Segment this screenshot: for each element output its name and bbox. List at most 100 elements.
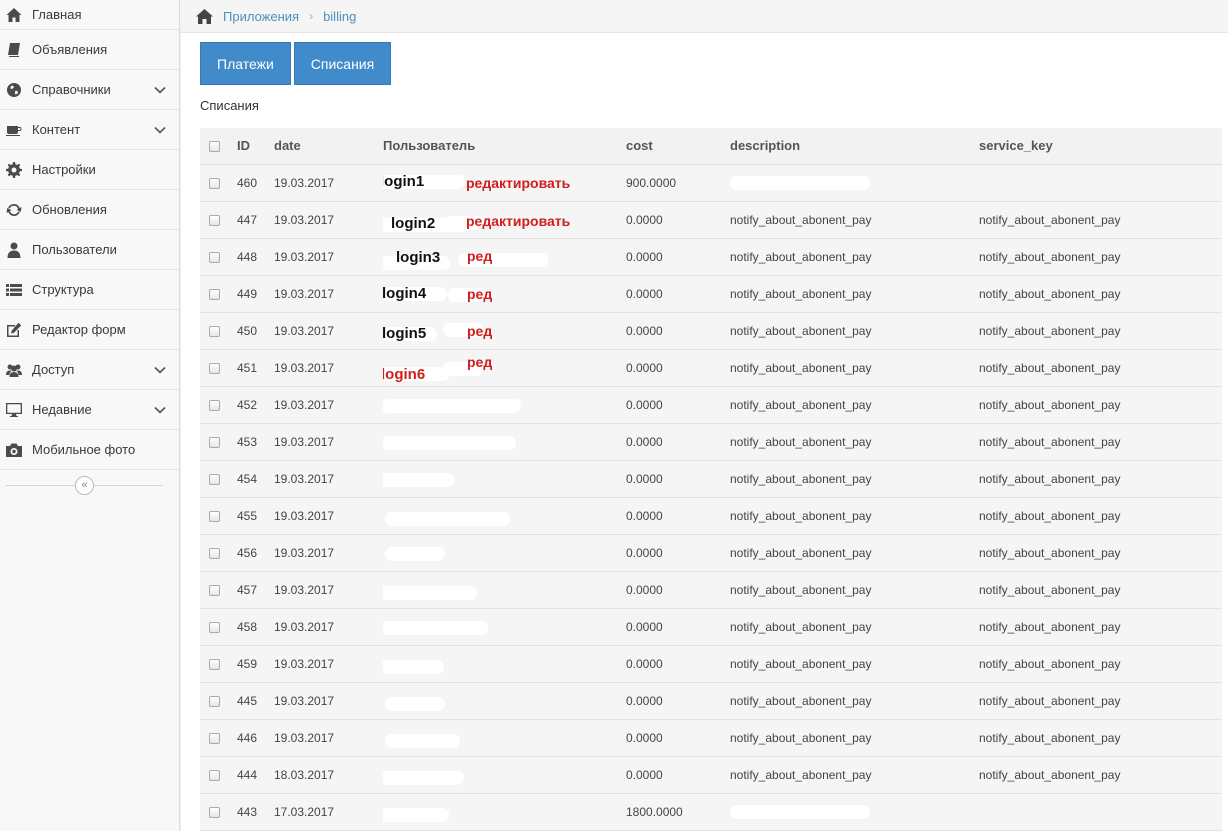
cell-user [383,571,626,608]
edit-link[interactable]: ред [467,286,492,302]
sidebar-item-desktop[interactable]: Недавние [0,390,179,430]
table-row[interactable]: 448 19.03.2017 login3 ред 0.0000 notify_about… [200,238,1222,275]
row-checkbox[interactable] [209,325,220,337]
sidebar-item-users[interactable]: Доступ [0,350,179,390]
sidebar-item-user[interactable]: Пользователи [0,230,179,270]
cell-date: 19.03.2017 [274,508,335,523]
cell-description: notify_about_abonent_pay [730,608,979,645]
sidebar-item-coffee[interactable]: Контент [0,110,179,150]
row-select-cell [200,349,237,386]
cell-id: 444 [237,767,258,782]
row-checkbox[interactable] [209,362,220,374]
cell-user: login6 ред [383,349,626,386]
table-row[interactable]: 444 18.03.2017 0.0000 notify_about_abonent_… [200,756,1222,793]
table-row[interactable]: 453 19.03.2017 0.0000 notify_about_abonent_… [200,423,1222,460]
cell-service-key: notify_about_abonent_pay [979,212,1121,227]
row-checkbox[interactable] [209,584,220,596]
column-header-user[interactable]: Пользователь [383,128,626,165]
redaction-mark [383,398,521,413]
sidebar-item-globe[interactable]: Справочники [0,70,179,110]
row-checkbox[interactable] [209,399,220,411]
table-row[interactable]: 450 19.03.2017 login5 ред 0.0000 notify_about… [200,312,1222,349]
column-header-id[interactable]: ID [237,128,274,165]
description-text: notify_about_abonent_pay [730,545,872,560]
row-checkbox[interactable] [209,621,220,633]
home-icon[interactable] [196,8,213,24]
edit-link[interactable]: редактировать [466,175,570,191]
tab-charges[interactable]: Списания [293,42,392,85]
table-row[interactable]: 449 19.03.2017 login4 ред 0.0000 notify_about… [200,275,1222,312]
edit-link[interactable]: ред [467,248,492,264]
row-checkbox[interactable] [209,695,220,707]
column-header-cost[interactable]: cost [626,128,730,165]
user-login: login2 [391,214,436,232]
tab-payments[interactable]: Платежи [200,42,291,85]
edit-link[interactable]: ред [467,354,492,370]
row-checkbox[interactable] [209,214,220,226]
table-row[interactable]: 459 19.03.2017 0.0000 notify_about_abonent_… [200,645,1222,682]
row-checkbox[interactable] [209,806,220,818]
row-select-cell [200,497,237,534]
column-header-date[interactable]: date [274,128,383,165]
cell-service-key: notify_about_abonent_pay [979,619,1121,634]
table-row[interactable]: 456 19.03.2017 0.0000 notify_about_abonent_… [200,534,1222,571]
table-row[interactable]: 451 19.03.2017 login6 ред 0.0000 notify_about… [200,349,1222,386]
sidebar-item-book[interactable]: Объявления [0,30,179,70]
row-checkbox[interactable] [209,473,220,485]
breadcrumb-item-apps[interactable]: Приложения [223,9,299,24]
row-checkbox[interactable] [209,177,220,189]
sidebar-item-home[interactable]: Главная [0,0,179,30]
table-row[interactable]: 457 19.03.2017 0.0000 notify_about_abonent_… [200,571,1222,608]
table-row[interactable]: 458 19.03.2017 0.0000 notify_about_abonent_… [200,608,1222,645]
row-checkbox[interactable] [209,510,220,522]
table-row[interactable]: 443 17.03.2017 1800.0000 [200,793,1222,830]
cell-description: notify_about_abonent_pay [730,645,979,682]
redaction-mark [385,511,510,526]
redaction-mark [383,659,444,674]
description-text: notify_about_abonent_pay [730,397,872,412]
table-row[interactable]: 446 19.03.2017 0.0000 notify_about_abonent_… [200,719,1222,756]
sidebar-item-gear[interactable]: Настройки [0,150,179,190]
table-row[interactable]: 455 19.03.2017 0.0000 notify_about_abonent_… [200,497,1222,534]
row-select-cell [200,608,237,645]
sidebar-item-camera[interactable]: Мобильное фото [0,430,179,470]
breadcrumb-item-billing[interactable]: billing [323,9,356,24]
cell-description: notify_about_abonent_pay [730,386,979,423]
cell-service-key: notify_about_abonent_pay [979,249,1121,264]
user-cell-inner: login4 ред [383,276,626,312]
table-row[interactable]: 452 19.03.2017 0.0000 notify_about_abonent_… [200,386,1222,423]
edit-link[interactable]: редактировать [466,213,570,229]
cell-user: login4 ред [383,275,626,312]
sidebar-item-label: Редактор форм [32,322,126,337]
row-checkbox[interactable] [209,251,220,263]
table-row[interactable]: 460 19.03.2017 login1 редактировать 900.0000 [200,164,1222,201]
row-checkbox[interactable] [209,732,220,744]
cell-id: 445 [237,693,258,708]
user-cell-inner: login2 редактировать [383,202,626,238]
user-cell-inner [383,461,626,497]
edit-link[interactable]: ред [467,323,492,339]
row-select-cell [200,534,237,571]
row-checkbox[interactable] [209,547,220,559]
table-row[interactable]: 454 19.03.2017 0.0000 notify_about_abonent_… [200,460,1222,497]
sidebar-item-refresh[interactable]: Обновления [0,190,179,230]
description-text: notify_about_abonent_pay [730,619,872,634]
sidebar-item-list[interactable]: Структура [0,270,179,310]
column-header-service-key[interactable]: service_key [979,128,1222,165]
cell-date: 18.03.2017 [274,767,335,782]
collapse-sidebar-button[interactable]: « [75,476,94,495]
desktop-icon [5,401,23,419]
row-select-cell [200,682,237,719]
row-checkbox[interactable] [209,658,220,670]
cell-cost: 0.0000 [626,212,663,227]
row-checkbox[interactable] [209,436,220,448]
table-row[interactable]: 445 19.03.2017 0.0000 notify_about_abonent_… [200,682,1222,719]
row-checkbox[interactable] [209,288,220,300]
cell-user [383,423,626,460]
sidebar-item-edit[interactable]: Редактор форм [0,310,179,350]
table-row[interactable]: 447 19.03.2017 login2 редактировать 0.0000 no… [200,201,1222,238]
column-header-description[interactable]: description [730,128,979,165]
user-cell-inner [383,720,626,756]
select-all-checkbox[interactable] [209,141,220,153]
row-checkbox[interactable] [209,769,220,781]
